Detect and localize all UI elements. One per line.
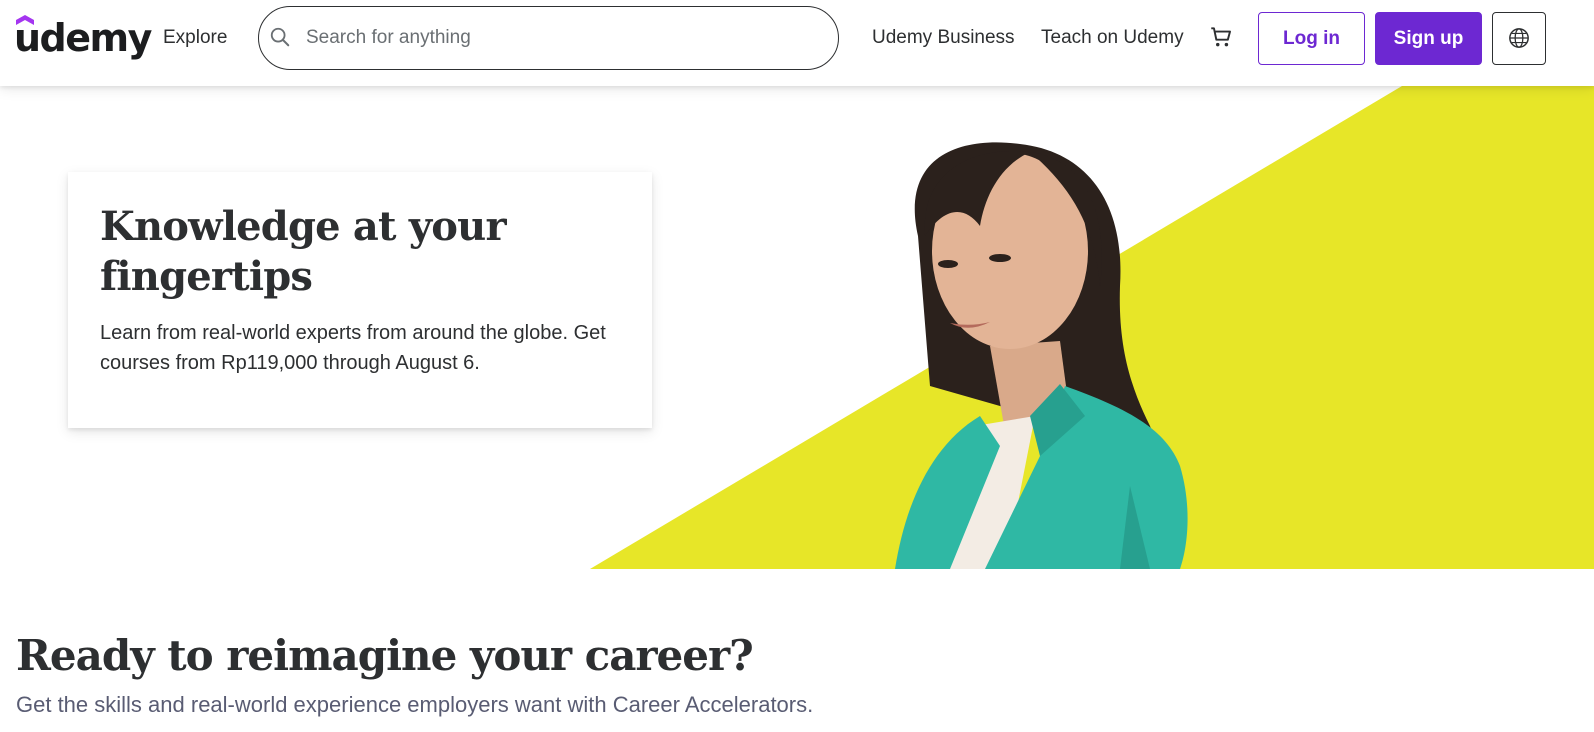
logo-text: udemy <box>14 16 152 60</box>
search-icon[interactable] <box>269 26 291 48</box>
cart-icon[interactable] <box>1208 24 1234 50</box>
globe-icon <box>1509 28 1529 48</box>
search-input[interactable] <box>306 26 826 50</box>
udemy-business-link[interactable]: Udemy Business <box>872 27 1015 49</box>
career-section-title: Ready to reimagine your career? <box>16 631 754 680</box>
hero-title: Knowledge at your fingertips <box>100 203 507 300</box>
hero-card: Knowledge at your fingertips Learn from … <box>68 172 652 428</box>
career-section-subtitle: Get the skills and real-world experience… <box>16 692 814 717</box>
hero-text: Learn from real-world experts from aroun… <box>100 322 606 374</box>
signup-button[interactable]: Sign up <box>1375 12 1482 65</box>
teach-on-udemy-link[interactable]: Teach on Udemy <box>1041 27 1184 49</box>
site-header: udemy Explore Udemy Business Teach on Ud… <box>0 0 1594 86</box>
language-button[interactable] <box>1492 12 1546 65</box>
login-button[interactable]: Log in <box>1258 12 1365 65</box>
hero-banner: Knowledge at your fingertips Learn from … <box>0 86 1594 569</box>
explore-link[interactable]: Explore <box>163 27 227 49</box>
